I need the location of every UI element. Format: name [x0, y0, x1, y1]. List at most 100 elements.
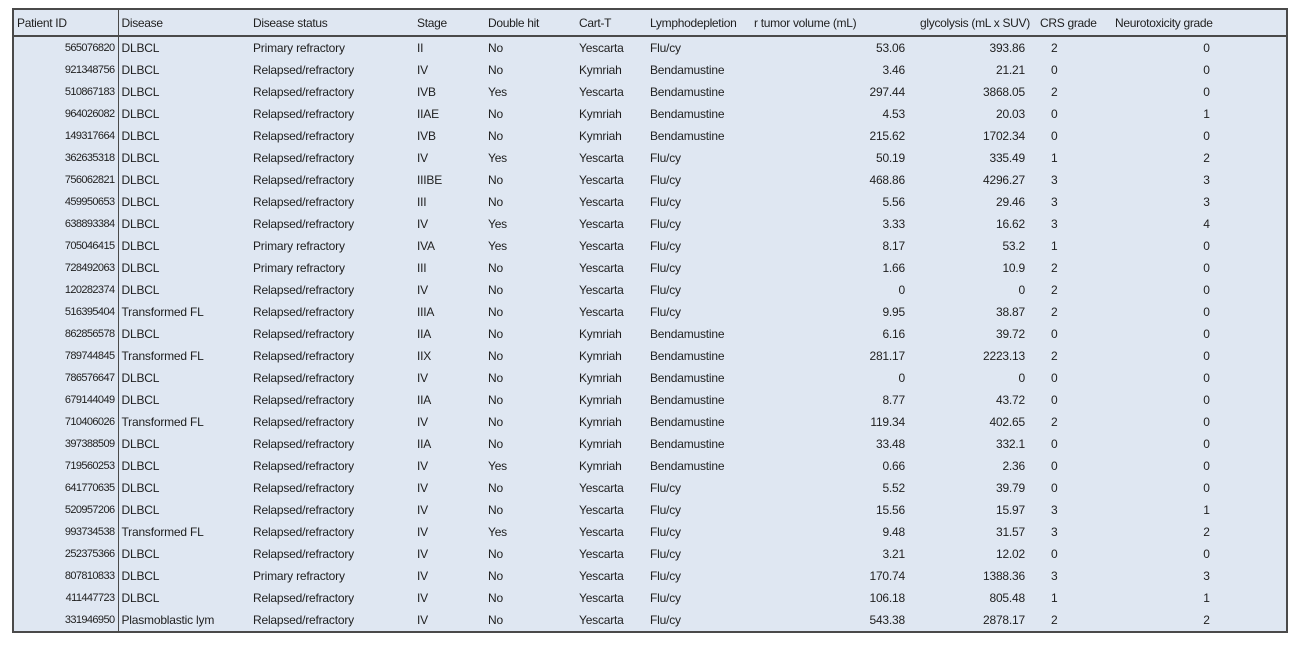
cell-disease-status[interactable]: Relapsed/refractory	[250, 59, 414, 81]
cell-cart-t[interactable]: Yescarta	[576, 499, 647, 521]
cell-double-hit[interactable]: No	[485, 323, 576, 345]
cell-lymphodepletion[interactable]: Bendamustine	[647, 59, 754, 81]
cell-lymphodepletion[interactable]: Flu/cy	[647, 213, 754, 235]
cell-disease-status[interactable]: Relapsed/refractory	[250, 301, 414, 323]
cell-tumor-volume[interactable]: 53.06	[754, 36, 917, 59]
cell-neurotoxicity-grade[interactable]: 0	[1112, 389, 1286, 411]
cell-glycolysis[interactable]: 0	[917, 279, 1037, 301]
cell-double-hit[interactable]: No	[485, 587, 576, 609]
cell-patient-id[interactable]: 862856578	[14, 323, 119, 345]
cell-tumor-volume[interactable]: 281.17	[754, 345, 917, 367]
cell-neurotoxicity-grade[interactable]: 2	[1112, 609, 1286, 631]
cell-crs-grade[interactable]: 0	[1037, 543, 1112, 565]
cell-cart-t[interactable]: Kymriah	[576, 59, 647, 81]
cell-disease[interactable]: Transformed FL	[118, 521, 250, 543]
cell-cart-t[interactable]: Yescarta	[576, 81, 647, 103]
cell-tumor-volume[interactable]: 9.95	[754, 301, 917, 323]
cell-glycolysis[interactable]: 805.48	[917, 587, 1037, 609]
cell-disease-status[interactable]: Primary refractory	[250, 36, 414, 59]
cell-neurotoxicity-grade[interactable]: 0	[1112, 367, 1286, 389]
cell-disease-status[interactable]: Relapsed/refractory	[250, 81, 414, 103]
cell-tumor-volume[interactable]: 297.44	[754, 81, 917, 103]
cell-glycolysis[interactable]: 4296.27	[917, 169, 1037, 191]
cell-crs-grade[interactable]: 2	[1037, 301, 1112, 323]
header-disease[interactable]: Disease	[118, 10, 250, 37]
cell-tumor-volume[interactable]: 0	[754, 367, 917, 389]
cell-crs-grade[interactable]: 3	[1037, 191, 1112, 213]
cell-stage[interactable]: IV	[414, 411, 485, 433]
cell-disease[interactable]: DLBCL	[118, 169, 250, 191]
cell-neurotoxicity-grade[interactable]: 3	[1112, 191, 1286, 213]
cell-disease[interactable]: Transformed FL	[118, 411, 250, 433]
cell-double-hit[interactable]: No	[485, 345, 576, 367]
cell-patient-id[interactable]: 397388509	[14, 433, 119, 455]
cell-patient-id[interactable]: 362635318	[14, 147, 119, 169]
cell-stage[interactable]: IIAE	[414, 103, 485, 125]
cell-patient-id[interactable]: 638893384	[14, 213, 119, 235]
cell-crs-grade[interactable]: 0	[1037, 125, 1112, 147]
cell-glycolysis[interactable]: 12.02	[917, 543, 1037, 565]
cell-disease[interactable]: DLBCL	[118, 59, 250, 81]
cell-disease-status[interactable]: Relapsed/refractory	[250, 323, 414, 345]
cell-stage[interactable]: IV	[414, 499, 485, 521]
cell-lymphodepletion[interactable]: Flu/cy	[647, 257, 754, 279]
cell-cart-t[interactable]: Yescarta	[576, 191, 647, 213]
cell-neurotoxicity-grade[interactable]: 0	[1112, 411, 1286, 433]
cell-cart-t[interactable]: Kymriah	[576, 103, 647, 125]
cell-disease[interactable]: DLBCL	[118, 565, 250, 587]
cell-cart-t[interactable]: Yescarta	[576, 587, 647, 609]
cell-tumor-volume[interactable]: 0	[754, 279, 917, 301]
cell-glycolysis[interactable]: 29.46	[917, 191, 1037, 213]
cell-cart-t[interactable]: Yescarta	[576, 235, 647, 257]
cell-crs-grade[interactable]: 0	[1037, 323, 1112, 345]
cell-patient-id[interactable]: 516395404	[14, 301, 119, 323]
header-double-hit[interactable]: Double hit	[485, 10, 576, 37]
cell-cart-t[interactable]: Kymriah	[576, 367, 647, 389]
cell-neurotoxicity-grade[interactable]: 0	[1112, 301, 1286, 323]
cell-disease-status[interactable]: Relapsed/refractory	[250, 125, 414, 147]
cell-tumor-volume[interactable]: 119.34	[754, 411, 917, 433]
cell-crs-grade[interactable]: 1	[1037, 235, 1112, 257]
cell-crs-grade[interactable]: 0	[1037, 367, 1112, 389]
cell-lymphodepletion[interactable]: Flu/cy	[647, 499, 754, 521]
cell-stage[interactable]: IV	[414, 543, 485, 565]
cell-cart-t[interactable]: Yescarta	[576, 257, 647, 279]
cell-double-hit[interactable]: Yes	[485, 235, 576, 257]
cell-tumor-volume[interactable]: 1.66	[754, 257, 917, 279]
cell-disease[interactable]: DLBCL	[118, 36, 250, 59]
cell-tumor-volume[interactable]: 3.46	[754, 59, 917, 81]
cell-tumor-volume[interactable]: 170.74	[754, 565, 917, 587]
cell-glycolysis[interactable]: 39.79	[917, 477, 1037, 499]
cell-cart-t[interactable]: Yescarta	[576, 477, 647, 499]
header-lymphodepletion[interactable]: Lymphodepletion	[647, 10, 754, 37]
cell-neurotoxicity-grade[interactable]: 0	[1112, 323, 1286, 345]
cell-stage[interactable]: IVB	[414, 125, 485, 147]
cell-patient-id[interactable]: 807810833	[14, 565, 119, 587]
header-cart-t[interactable]: Cart-T	[576, 10, 647, 37]
cell-cart-t[interactable]: Yescarta	[576, 147, 647, 169]
cell-crs-grade[interactable]: 0	[1037, 103, 1112, 125]
cell-stage[interactable]: IIA	[414, 323, 485, 345]
cell-double-hit[interactable]: No	[485, 389, 576, 411]
cell-stage[interactable]: IV	[414, 521, 485, 543]
cell-disease[interactable]: DLBCL	[118, 455, 250, 477]
cell-disease[interactable]: DLBCL	[118, 213, 250, 235]
cell-lymphodepletion[interactable]: Flu/cy	[647, 191, 754, 213]
cell-lymphodepletion[interactable]: Flu/cy	[647, 169, 754, 191]
cell-glycolysis[interactable]: 3868.05	[917, 81, 1037, 103]
cell-disease[interactable]: DLBCL	[118, 499, 250, 521]
cell-double-hit[interactable]: No	[485, 477, 576, 499]
cell-glycolysis[interactable]: 2223.13	[917, 345, 1037, 367]
cell-disease-status[interactable]: Relapsed/refractory	[250, 609, 414, 631]
cell-neurotoxicity-grade[interactable]: 0	[1112, 455, 1286, 477]
cell-disease-status[interactable]: Relapsed/refractory	[250, 169, 414, 191]
cell-lymphodepletion[interactable]: Bendamustine	[647, 125, 754, 147]
cell-crs-grade[interactable]: 0	[1037, 455, 1112, 477]
cell-crs-grade[interactable]: 2	[1037, 411, 1112, 433]
cell-neurotoxicity-grade[interactable]: 0	[1112, 36, 1286, 59]
header-neurotoxicity-grade[interactable]: Neurotoxicity grade	[1112, 10, 1286, 37]
cell-glycolysis[interactable]: 31.57	[917, 521, 1037, 543]
cell-double-hit[interactable]: Yes	[485, 147, 576, 169]
cell-lymphodepletion[interactable]: Flu/cy	[647, 147, 754, 169]
cell-disease-status[interactable]: Primary refractory	[250, 257, 414, 279]
